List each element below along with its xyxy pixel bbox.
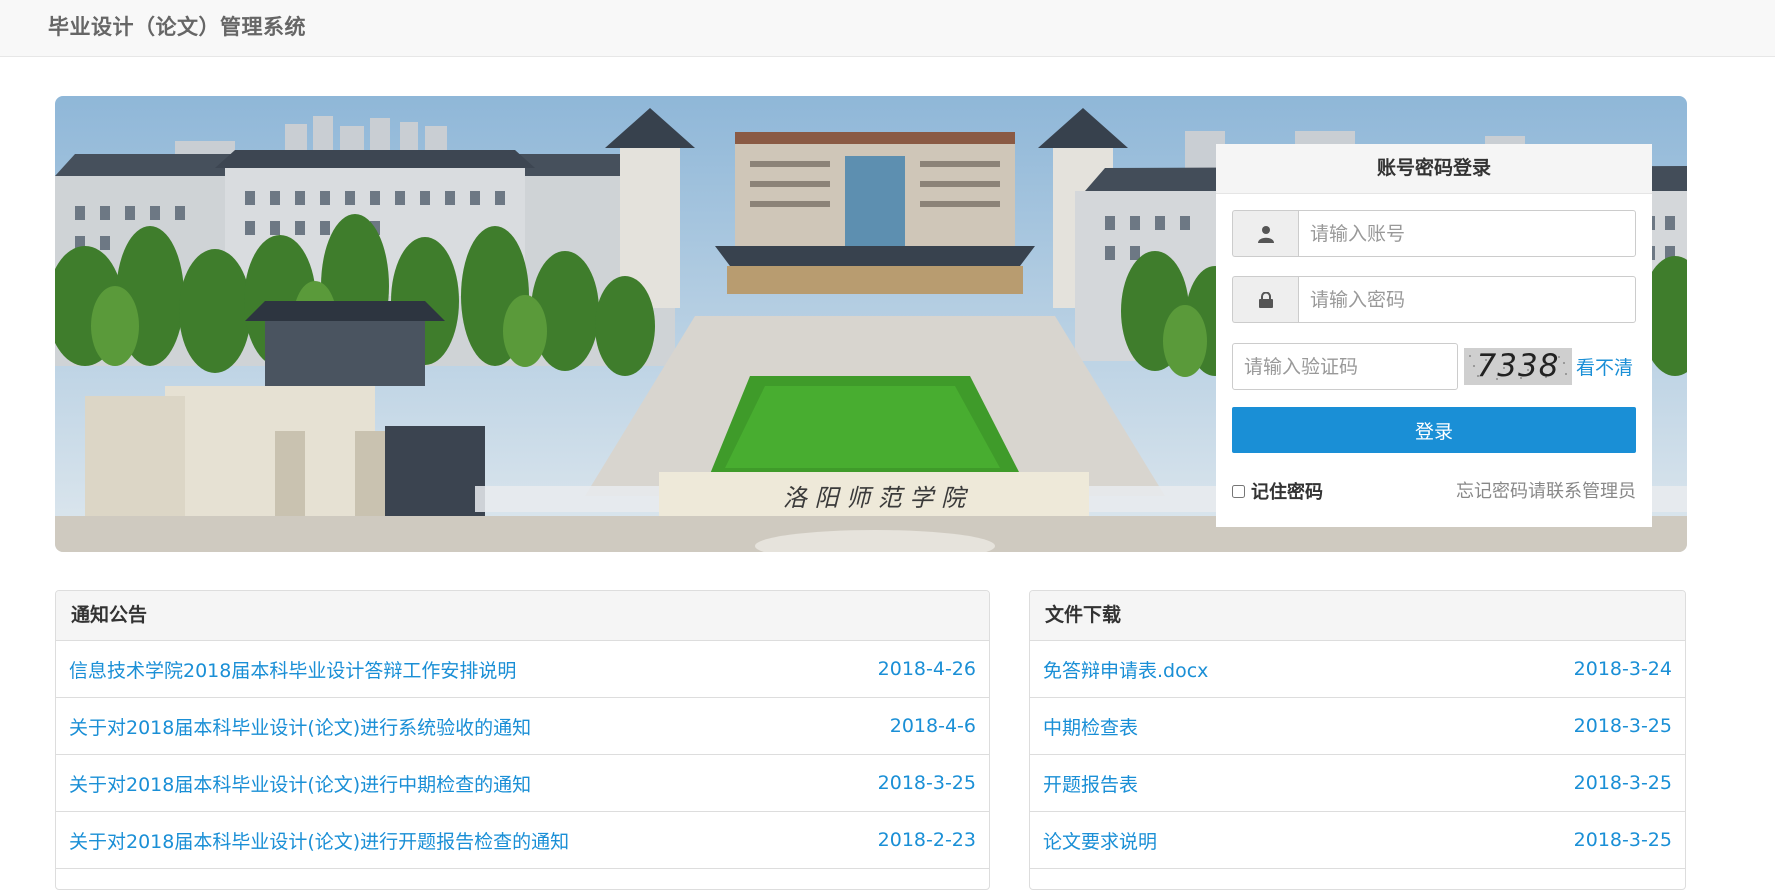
notice-panel-title: 通知公告 (56, 591, 989, 641)
login-button[interactable]: 登录 (1232, 407, 1636, 453)
remember-checkbox[interactable] (1232, 484, 1245, 498)
download-title[interactable]: 论文要求说明 (1043, 827, 1157, 854)
notice-title[interactable]: 信息技术学院2018届本科毕业设计答辩工作安排说明 (69, 656, 516, 683)
top-navbar: 毕业设计（论文）管理系统 (0, 0, 1775, 57)
captcha-input[interactable] (1232, 343, 1458, 390)
captcha-image[interactable]: 7338 (1464, 348, 1572, 385)
refresh-captcha-link[interactable]: 看不清 (1576, 353, 1633, 380)
username-input[interactable] (1298, 210, 1636, 257)
download-title[interactable]: 免答辩申请表.docx (1043, 656, 1208, 683)
gate-inscription: 洛 阳 师 范 学 院 (783, 484, 969, 512)
download-item[interactable]: 开题报告表 2018-3-25 (1030, 755, 1685, 812)
download-date: 2018-3-25 (1573, 829, 1672, 851)
notice-item[interactable]: 关于对2018届本科毕业设计(论文)进行系统验收的通知 2018-4-6 (56, 698, 989, 755)
download-date: 2018-3-25 (1573, 772, 1672, 794)
notice-title[interactable]: 关于对2018届本科毕业设计(论文)进行开题报告检查的通知 (69, 827, 569, 854)
notice-date: 2018-3-25 (877, 772, 976, 794)
download-date: 2018-3-24 (1573, 658, 1672, 680)
download-date: 2018-3-25 (1573, 715, 1672, 737)
notice-panel: 通知公告 信息技术学院2018届本科毕业设计答辩工作安排说明 2018-4-26… (55, 590, 990, 890)
notice-title[interactable]: 关于对2018届本科毕业设计(论文)进行系统验收的通知 (69, 713, 531, 740)
app-title[interactable]: 毕业设计（论文）管理系统 (48, 11, 306, 41)
download-title[interactable]: 开题报告表 (1043, 770, 1138, 797)
login-title: 账号密码登录 (1216, 144, 1652, 194)
login-panel: 账号密码登录 7338 (1216, 144, 1652, 527)
remember-label: 记住密码 (1251, 482, 1323, 503)
password-group (1232, 276, 1636, 323)
username-group (1232, 210, 1636, 257)
notice-item[interactable]: 信息技术学院2018届本科毕业设计答辩工作安排说明 2018-4-26 (56, 641, 989, 698)
download-item[interactable]: 免答辩申请表.docx 2018-3-24 (1030, 641, 1685, 698)
download-panel: 文件下载 免答辩申请表.docx 2018-3-24 中期检查表 2018-3-… (1029, 590, 1686, 890)
remember-password[interactable]: 记住密码 (1232, 478, 1323, 504)
notice-date: 2018-2-23 (877, 829, 976, 851)
lock-icon (1232, 276, 1298, 323)
captcha-code: 7338 (1476, 348, 1560, 384)
download-item[interactable]: 论文要求说明 2018-3-25 (1030, 812, 1685, 869)
forgot-password-text: 忘记密码请联系管理员 (1456, 481, 1636, 502)
download-title[interactable]: 中期检查表 (1043, 713, 1138, 740)
notice-item[interactable]: 关于对2018届本科毕业设计(论文)进行开题报告检查的通知 2018-2-23 (56, 812, 989, 869)
notice-item[interactable]: 关于对2018届本科毕业设计(论文)进行中期检查的通知 2018-3-25 (56, 755, 989, 812)
download-item[interactable]: 中期检查表 2018-3-25 (1030, 698, 1685, 755)
download-panel-title: 文件下载 (1030, 591, 1685, 641)
notice-title[interactable]: 关于对2018届本科毕业设计(论文)进行中期检查的通知 (69, 770, 531, 797)
user-icon (1232, 210, 1298, 257)
password-input[interactable] (1298, 276, 1636, 323)
notice-date: 2018-4-26 (877, 658, 976, 680)
notice-date: 2018-4-6 (889, 715, 976, 737)
